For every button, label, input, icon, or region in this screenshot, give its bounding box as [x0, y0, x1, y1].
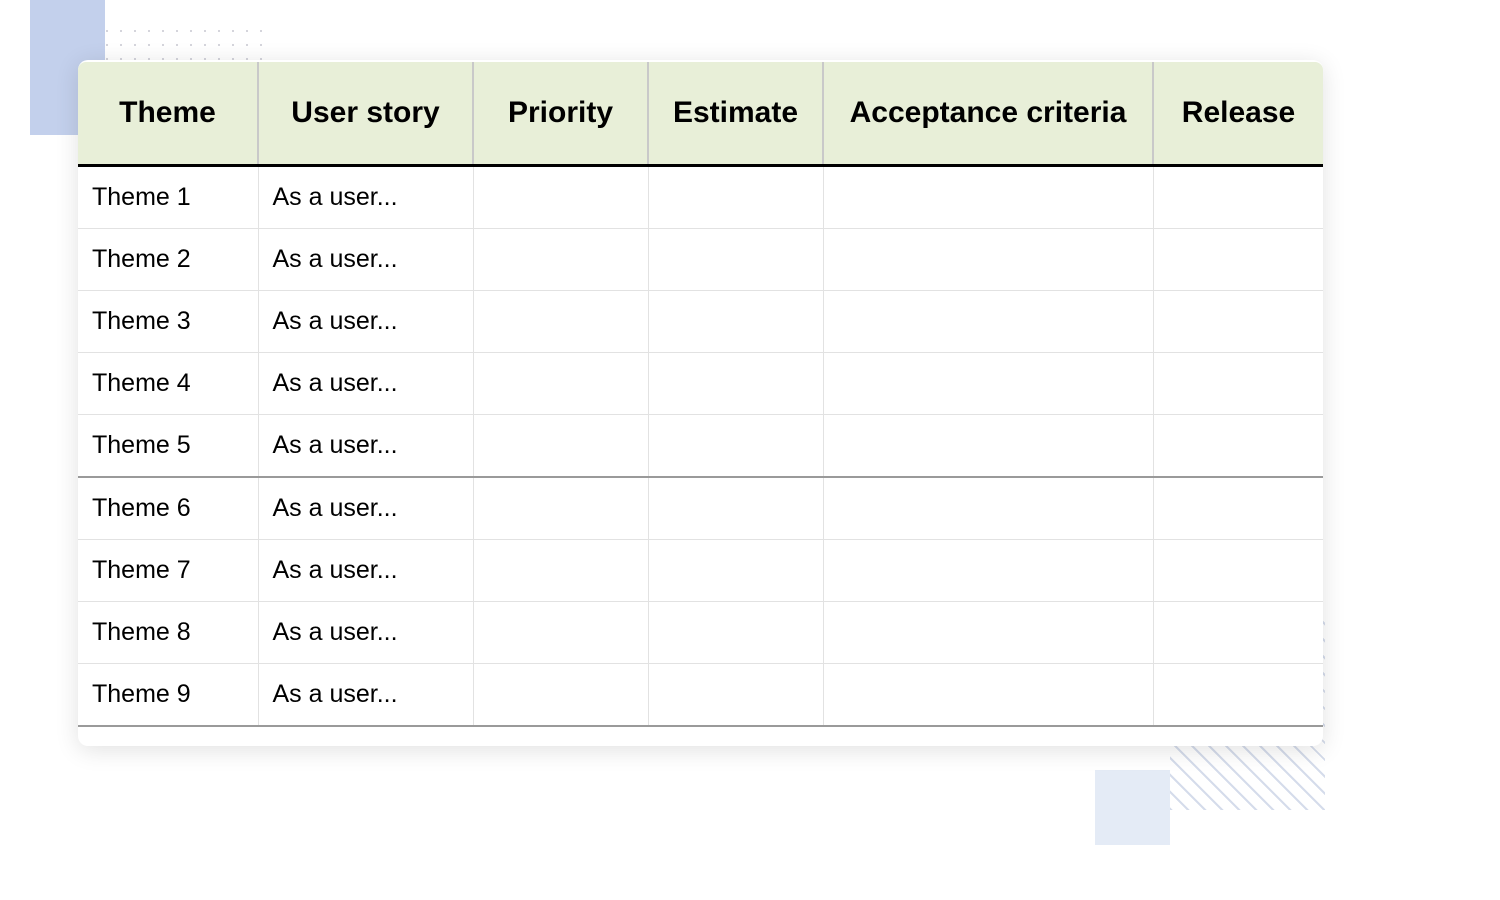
cell-acceptance [823, 353, 1153, 415]
cell-user_story: As a user... [258, 477, 473, 540]
cell-estimate [648, 415, 823, 478]
cell-theme: Theme 2 [78, 229, 258, 291]
cell-release [1153, 353, 1323, 415]
cell-theme: Theme 9 [78, 664, 258, 727]
cell-priority [473, 540, 648, 602]
cell-priority [473, 415, 648, 478]
cell-release [1153, 415, 1323, 478]
cell-acceptance [823, 415, 1153, 478]
cell-user_story: As a user... [258, 353, 473, 415]
decorative-blue-square-bottom [1095, 770, 1170, 845]
cell-release [1153, 602, 1323, 664]
backlog-table: Theme User story Priority Estimate Accep… [78, 62, 1323, 728]
col-header-priority: Priority [473, 62, 648, 166]
cell-user_story: As a user... [258, 415, 473, 478]
cell-acceptance [823, 229, 1153, 291]
cell-acceptance [823, 291, 1153, 353]
cell-theme: Theme 6 [78, 477, 258, 540]
cell-acceptance [823, 664, 1153, 727]
cell-release [1153, 664, 1323, 727]
col-header-theme: Theme [78, 62, 258, 166]
cell-release [1153, 477, 1323, 540]
cell-theme: Theme 8 [78, 602, 258, 664]
col-header-acceptance: Acceptance criteria [823, 62, 1153, 166]
table-row: Theme 6As a user... [78, 477, 1323, 540]
table-row: Theme 5As a user... [78, 415, 1323, 478]
col-header-release: Release [1153, 62, 1323, 166]
cell-estimate [648, 664, 823, 727]
cell-priority [473, 602, 648, 664]
cell-estimate [648, 353, 823, 415]
cell-priority [473, 664, 648, 727]
cell-user_story: As a user... [258, 291, 473, 353]
cell-release [1153, 291, 1323, 353]
cell-estimate [648, 540, 823, 602]
cell-release [1153, 229, 1323, 291]
cell-estimate [648, 291, 823, 353]
cell-release [1153, 540, 1323, 602]
col-header-user-story: User story [258, 62, 473, 166]
cell-priority [473, 229, 648, 291]
table-footer-rule [78, 726, 1323, 728]
cell-acceptance [823, 540, 1153, 602]
cell-user_story: As a user... [258, 602, 473, 664]
table-row: Theme 8As a user... [78, 602, 1323, 664]
cell-estimate [648, 229, 823, 291]
cell-theme: Theme 4 [78, 353, 258, 415]
cell-priority [473, 477, 648, 540]
cell-estimate [648, 477, 823, 540]
table-header-row: Theme User story Priority Estimate Accep… [78, 62, 1323, 166]
table-row: Theme 2As a user... [78, 229, 1323, 291]
table-row: Theme 7As a user... [78, 540, 1323, 602]
cell-acceptance [823, 166, 1153, 229]
col-header-estimate: Estimate [648, 62, 823, 166]
cell-acceptance [823, 602, 1153, 664]
cell-priority [473, 166, 648, 229]
cell-release [1153, 166, 1323, 229]
table-row: Theme 1As a user... [78, 166, 1323, 229]
cell-theme: Theme 7 [78, 540, 258, 602]
table-row: Theme 3As a user... [78, 291, 1323, 353]
cell-user_story: As a user... [258, 540, 473, 602]
cell-user_story: As a user... [258, 166, 473, 229]
cell-priority [473, 353, 648, 415]
table-row: Theme 9As a user... [78, 664, 1323, 727]
cell-theme: Theme 1 [78, 166, 258, 229]
table-row: Theme 4As a user... [78, 353, 1323, 415]
cell-acceptance [823, 477, 1153, 540]
cell-theme: Theme 3 [78, 291, 258, 353]
cell-user_story: As a user... [258, 229, 473, 291]
cell-estimate [648, 166, 823, 229]
decorative-dot-grid [100, 24, 270, 64]
cell-estimate [648, 602, 823, 664]
backlog-table-card: Theme User story Priority Estimate Accep… [78, 60, 1323, 746]
cell-theme: Theme 5 [78, 415, 258, 478]
cell-priority [473, 291, 648, 353]
cell-user_story: As a user... [258, 664, 473, 727]
